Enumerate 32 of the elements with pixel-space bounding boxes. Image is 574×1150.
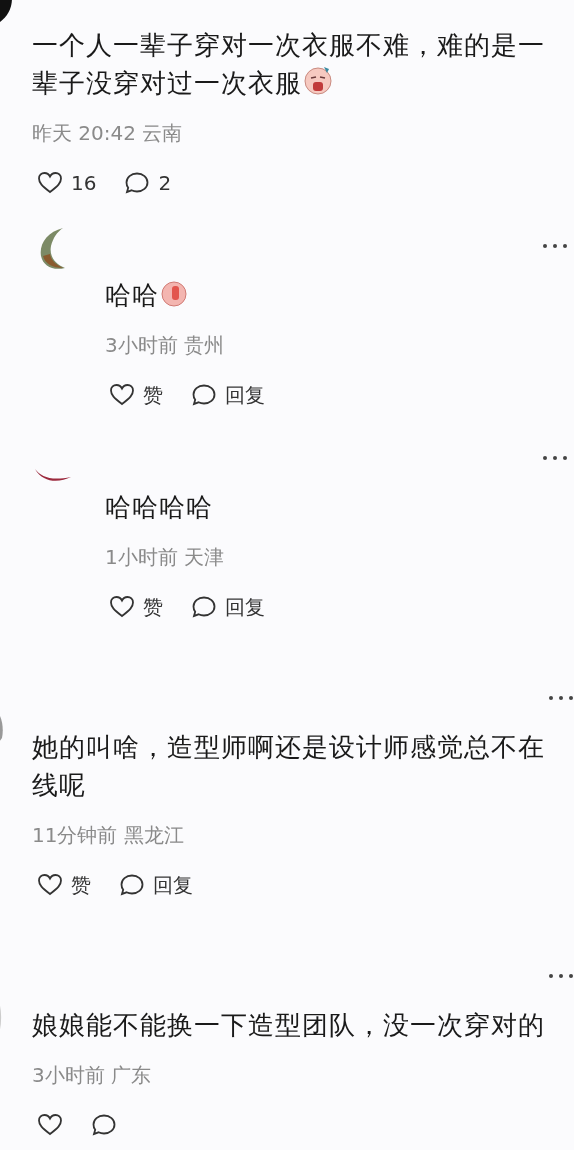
heart-icon [37,171,63,195]
more-icon[interactable] [542,455,568,461]
reply-button[interactable]: 回复 [191,380,265,410]
comment-icon [119,873,145,897]
like-button[interactable]: 赞 [109,380,163,410]
comment-meta: 1小时前 天津 [105,544,226,571]
heart-icon [109,383,135,407]
comment-icon[interactable] [91,1113,117,1137]
heart-icon [37,873,63,897]
comment-meta: 3小时前 广东 [32,1062,153,1089]
comment-meta: 3小时前 贵州 [105,332,226,359]
comment-text: 娘娘能不能换一下造型团队，没一次穿对的 [32,1009,546,1042]
like-button[interactable]: 赞 [37,870,91,900]
reply-button[interactable]: 回复 [119,870,193,900]
comment-text: 哈哈哈哈 [105,491,214,524]
heart-icon[interactable] [37,1113,63,1137]
more-icon[interactable] [542,243,568,249]
comment-text: 一个人一辈子穿对一次衣服不难，难的是一辈子没穿对过一次衣服 [32,29,546,100]
more-icon[interactable] [548,695,574,701]
comment-text: 她的叫啥，造型师啊还是设计师感觉总不在线呢 [32,731,546,802]
comment-icon [124,171,151,195]
reply-button[interactable]: 2 [124,168,172,198]
comment-icon [191,595,217,619]
like-button[interactable]: 赞 [109,592,163,622]
like-button[interactable]: 16 [37,168,97,198]
heart-icon [109,595,135,619]
reply-button[interactable]: 回复 [191,592,265,622]
comment-meta: 昨天 20:42 云南 [32,120,184,147]
comment-text: 哈哈 [105,276,554,314]
comment-meta: 11分钟前 黑龙江 [32,822,185,849]
comment-icon [191,383,217,407]
more-icon[interactable] [548,973,574,979]
